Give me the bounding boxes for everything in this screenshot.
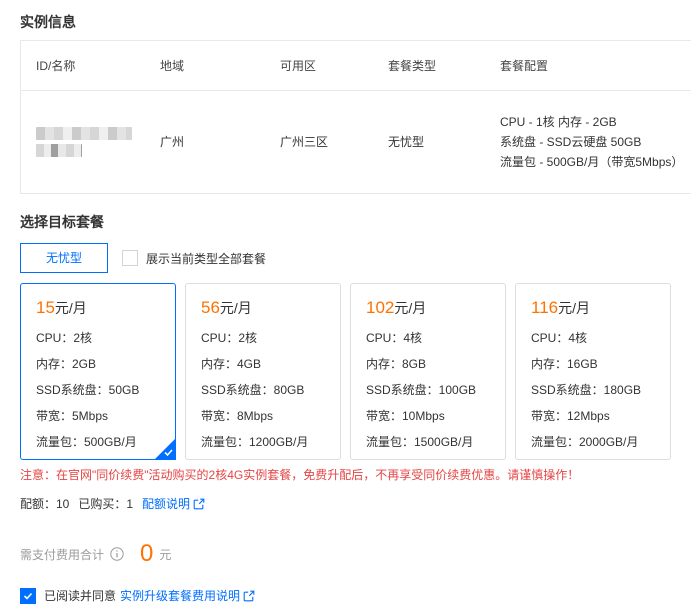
plan-price: 15元/月 <box>36 298 175 318</box>
selected-check-icon <box>164 449 173 457</box>
table-row: 广州 广州三区 无忧型 CPU - 1核 内存 - 2GB 系统盘 - SSD云… <box>21 91 691 193</box>
plan-spec-bandwidth: 带宽：5Mbps <box>36 409 109 423</box>
target-package-title: 选择目标套餐 <box>20 214 104 230</box>
agreement-checkbox[interactable] <box>20 587 36 604</box>
plan-price-number: 116 <box>531 298 559 317</box>
plan-price: 116元/月 <box>531 298 670 318</box>
region-cell: 广州 <box>160 135 185 149</box>
quota-row: 配额：10 已购买：1 配额说明 <box>20 495 691 512</box>
plan-price-unit: 元/月 <box>394 300 427 316</box>
instance-upgrade-panel: 实例信息 ID/名称 地域 可用区 套餐类型 套餐配置 广州 广州三区 无忧型 … <box>0 12 691 604</box>
plan-price: 102元/月 <box>366 298 505 318</box>
agreement-row: 已阅读并同意 实例升级套餐费用说明 <box>20 587 691 604</box>
plan-price-unit: 元/月 <box>219 300 252 316</box>
plan-spec-cpu: CPU：4核 <box>531 331 588 345</box>
col-header-region: 地域 <box>160 58 185 73</box>
total-amount: 0 <box>140 540 154 567</box>
plan-price-number: 102 <box>366 298 395 317</box>
show-all-checkbox-label[interactable]: 展示当前类型全部套餐 <box>146 250 266 267</box>
config-line: 系统盘 - SSD云硬盘 50GB <box>500 135 642 149</box>
plan-spec-bandwidth: 带宽：10Mbps <box>366 409 445 423</box>
plan-spec-cpu: CPU：2核 <box>201 331 258 345</box>
zone-cell: 广州三区 <box>280 135 329 149</box>
plan-price-number: 56 <box>201 298 220 317</box>
quota-value: 配额：10 <box>20 497 70 511</box>
currency-unit: 元 <box>159 547 172 562</box>
plan-spec-disk: SSD系统盘：100GB <box>366 383 477 397</box>
agreement-text[interactable]: 已阅读并同意 <box>44 587 116 604</box>
plan-price: 56元/月 <box>201 298 340 318</box>
plan-spec-memory: 内存：2GB <box>36 357 97 371</box>
plan-spec-memory: 内存：16GB <box>531 357 598 371</box>
plan-card-116[interactable]: 116元/月 CPU：4核 内存：16GB SSD系统盘：180GB 带宽：12… <box>515 283 671 460</box>
redacted-instance-id <box>36 127 132 140</box>
package-config-cell: CPU - 1核 内存 - 2GB 系统盘 - SSD云硬盘 50GB 流量包 … <box>485 112 691 172</box>
col-header-zone: 可用区 <box>280 58 317 73</box>
external-link-icon[interactable] <box>243 590 255 602</box>
plan-price-number: 15 <box>36 298 55 317</box>
external-link-icon[interactable] <box>193 498 205 510</box>
col-header-package-type: 套餐类型 <box>388 58 437 73</box>
plan-card-56[interactable]: 56元/月 CPU：2核 内存：4GB SSD系统盘：80GB 带宽：8Mbps… <box>185 283 341 460</box>
col-header-id-name: ID/名称 <box>36 58 76 73</box>
plan-spec-traffic: 流量包：1200GB/月 <box>201 435 309 449</box>
plan-spec-disk: SSD系统盘：50GB <box>36 383 140 397</box>
plan-card-102[interactable]: 102元/月 CPU：4核 内存：8GB SSD系统盘：100GB 带宽：10M… <box>350 283 506 460</box>
package-filter-row: 无忧型 展示当前类型全部套餐 <box>20 243 691 273</box>
plan-cards: 15元/月 CPU：2核 内存：2GB SSD系统盘：50GB 带宽：5Mbps… <box>20 283 691 460</box>
package-type-cell: 无忧型 <box>388 135 425 149</box>
instance-info-title: 实例信息 <box>20 14 76 30</box>
total-fee-row: 需支付费用合计 0 元 <box>20 542 691 566</box>
plan-spec-memory: 内存：8GB <box>366 357 427 371</box>
plan-spec-disk: SSD系统盘：180GB <box>531 383 642 397</box>
plan-price-unit: 元/月 <box>54 300 87 316</box>
quota-help-link[interactable]: 配额说明 <box>142 495 190 512</box>
instance-table-header: ID/名称 地域 可用区 套餐类型 套餐配置 <box>21 41 691 91</box>
plan-spec-cpu: CPU：4核 <box>366 331 423 345</box>
renewal-warning: 注意：在官网"同价续费"活动购买的2核4G实例套餐，免费升配后，不再享受同价续费… <box>20 468 580 482</box>
check-icon <box>23 592 33 600</box>
show-all-checkbox[interactable] <box>122 250 138 266</box>
redacted-instance-name <box>36 144 82 157</box>
instance-id-cell <box>21 127 145 157</box>
plan-spec-disk: SSD系统盘：80GB <box>201 383 305 397</box>
plan-spec-memory: 内存：4GB <box>201 357 262 371</box>
config-line: 流量包 - 500GB/月（带宽5Mbps） <box>500 155 684 169</box>
info-icon[interactable] <box>110 547 124 561</box>
total-fee-label: 需支付费用合计 <box>20 547 105 562</box>
plan-price-unit: 元/月 <box>558 300 590 316</box>
package-type-tab[interactable]: 无忧型 <box>20 243 108 273</box>
plan-spec-bandwidth: 带宽：12Mbps <box>531 409 610 423</box>
col-header-package-config: 套餐配置 <box>500 58 549 73</box>
agreement-link[interactable]: 实例升级套餐费用说明 <box>120 587 240 604</box>
plan-spec-cpu: CPU：2核 <box>36 331 93 345</box>
purchased-value: 已购买：1 <box>78 497 134 511</box>
plan-spec-traffic: 流量包：1500GB/月 <box>366 435 474 449</box>
plan-spec-traffic: 流量包：2000GB/月 <box>531 435 639 449</box>
config-line: CPU - 1核 内存 - 2GB <box>500 115 617 129</box>
instance-table: ID/名称 地域 可用区 套餐类型 套餐配置 广州 广州三区 无忧型 CPU -… <box>20 40 691 194</box>
plan-card-15[interactable]: 15元/月 CPU：2核 内存：2GB SSD系统盘：50GB 带宽：5Mbps… <box>20 283 176 460</box>
plan-spec-bandwidth: 带宽：8Mbps <box>201 409 274 423</box>
